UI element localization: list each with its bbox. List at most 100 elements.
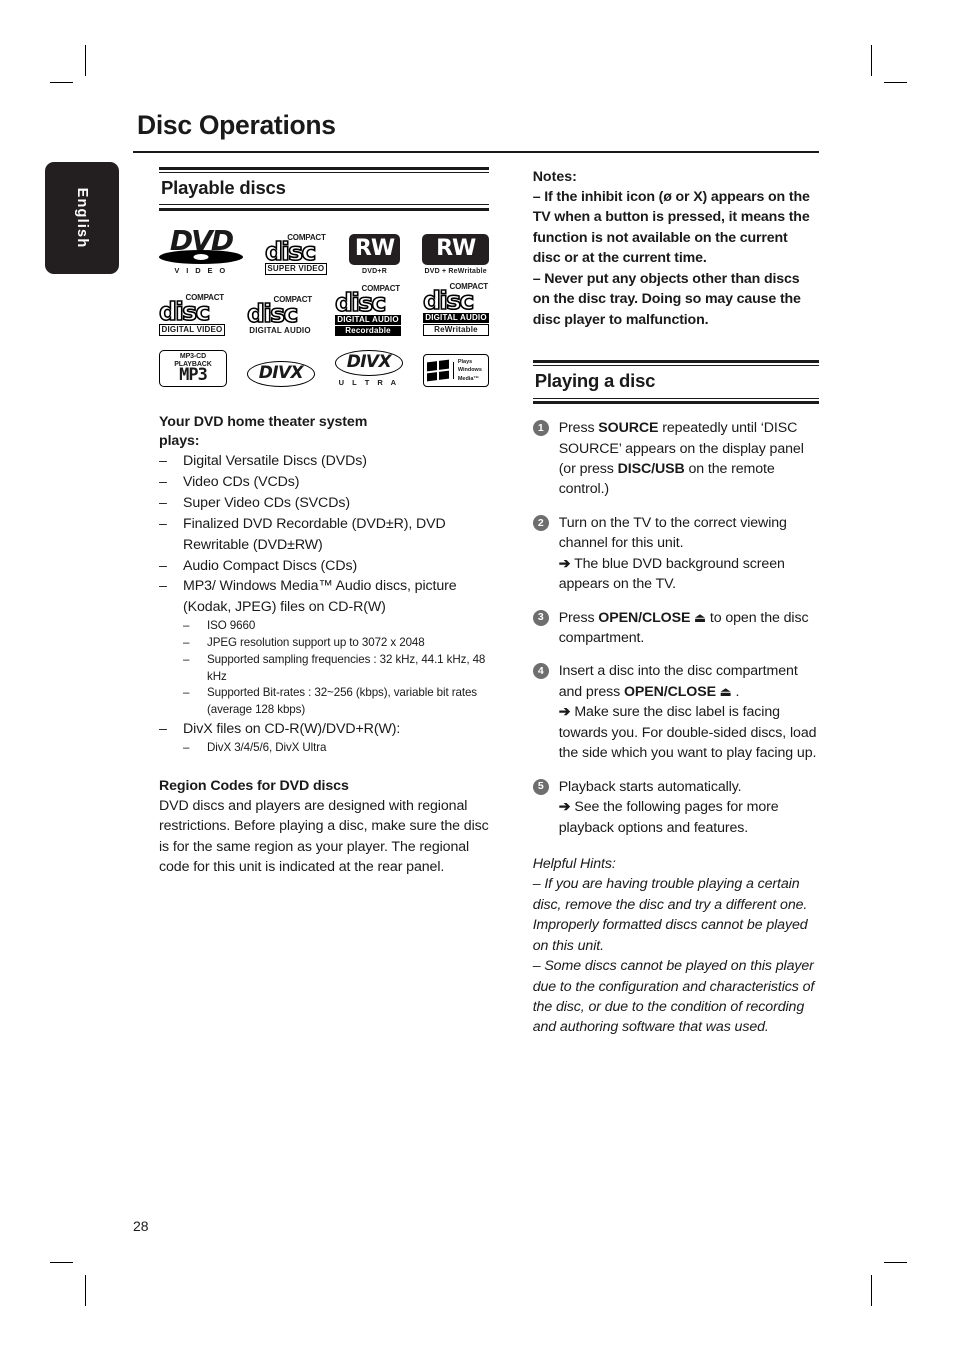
compact-disc-digital-video-logo: COMPACT disc DIGITAL VIDEO xyxy=(158,294,225,336)
divx-logo-word: DIVX xyxy=(258,362,304,383)
dvd-plus-r-logo-sub: DVD+R xyxy=(362,268,387,276)
crop-mark-top-right-horizontal xyxy=(884,82,907,83)
step-text-fragment: Playback starts automatically. xyxy=(558,778,742,795)
step-text-fragment: Press xyxy=(558,609,599,626)
section-rule-thick-top xyxy=(159,166,489,170)
step-item: 4 Insert a disc into the disc compartment… xyxy=(532,661,819,763)
crop-mark-top-left-horizontal xyxy=(50,82,73,83)
dvd-video-logo-mark: DVD xyxy=(169,223,234,257)
plays-list-item: – DivX files on CD-R(W)/DVD+R(W): – DivX 3/… xyxy=(159,719,489,757)
windows-media-logo-divider xyxy=(452,362,454,380)
section-title-playable-discs: Playable discs xyxy=(161,176,286,198)
compact-disc-recordable-logo-bar2: Recordable xyxy=(335,325,401,336)
dash-icon: – xyxy=(159,515,167,532)
crop-mark-top-left-vertical xyxy=(85,45,86,76)
compact-disc-digital-video-logo-bar: DIGITAL VIDEO xyxy=(159,323,225,336)
plays-list-item-label: Video CDs (VCDs) xyxy=(183,474,300,491)
dash-icon: – xyxy=(183,636,190,650)
plays-list-item-label: Super Video CDs (SVCDs) xyxy=(183,494,350,511)
notes-title: Notes: xyxy=(532,168,577,185)
crop-mark-bottom-right-horizontal xyxy=(884,1262,907,1263)
arrow-icon: ➔ xyxy=(558,704,571,721)
divx-ultra-logo-word: DIVX xyxy=(346,351,392,372)
dash-icon: – xyxy=(183,686,190,700)
divx-ultra-logo-oval: DIVX xyxy=(334,349,403,376)
disc-logo-row-3: MP3-CD PLAYBACK MP3 DIVX DIVX U L T R A … xyxy=(159,349,489,387)
mp3-cd-playback-logo-box: MP3-CD PLAYBACK MP3 xyxy=(159,349,227,387)
dvd-plus-rewritable-logo-sub: DVD + ReWritable xyxy=(424,268,487,276)
compact-disc-rewritable-logo-bar2: ReWritable xyxy=(423,323,489,336)
page-content: Disc Operations Playable discs DVD V I D… xyxy=(133,112,819,1252)
notes-block: Notes: – If the inhibit icon (ø or X) ap… xyxy=(533,167,819,331)
compact-disc-digital-audio-logo-bar: DIGITAL AUDIO xyxy=(249,325,311,335)
dash-icon: – xyxy=(183,619,190,633)
section-header-playable-discs: Playable discs xyxy=(159,166,489,211)
divx-ultra-logo: DIVX U L T R A xyxy=(334,349,403,387)
plays-list-item: – Finalized DVD Recordable (DVD±R), DVD R… xyxy=(159,514,489,556)
two-column-layout: Playable discs DVD V I D E O COMPACT dis… xyxy=(133,166,819,1038)
divx-ultra-logo-sub: U L T R A xyxy=(338,377,400,387)
compact-disc-recordable-logo: COMPACT disc DIGITAL AUDIO Recordable xyxy=(334,285,401,336)
plays-sub-list: – ISO 9660 – JPEG resolution support up to … xyxy=(183,618,489,719)
plays-sub-list-item: – DivX 3/4/5/6, DivX Ultra xyxy=(183,740,489,757)
dash-icon: – xyxy=(159,557,167,574)
steps-list: 1 Press SOURCE repeatedly until ‘DISC SOU… xyxy=(532,418,819,838)
crop-mark-bottom-left-horizontal xyxy=(50,1262,73,1263)
plays-list-item: – MP3/ Windows Media™ Audio discs, pictur… xyxy=(159,576,489,719)
step-keyword: OPEN/CLOSE xyxy=(623,683,716,700)
plays-list-item: – Digital Versatile Discs (DVDs) xyxy=(159,451,489,472)
plays-list: – Digital Versatile Discs (DVDs) – Video CD… xyxy=(159,451,489,756)
section-rule-thin-bottom xyxy=(159,204,489,206)
crop-mark-bottom-left-vertical xyxy=(85,1275,86,1306)
step-item: 2 Turn on the TV to the correct viewing c… xyxy=(532,513,819,595)
language-tab-label: English xyxy=(74,187,90,249)
section-header-playing-a-disc: Playing a disc xyxy=(532,360,819,405)
compact-disc-digital-audio-logo: COMPACT disc DIGITAL AUDIO xyxy=(246,296,313,336)
step-text-fragment: Turn on the TV to the correct viewing ch… xyxy=(558,514,787,552)
compact-disc-rewritable-logo-bar: DIGITAL AUDIO xyxy=(423,312,489,323)
step-text: Press SOURCE repeatedly until ‘DISC SOUR… xyxy=(559,420,804,497)
plays-sub-list-item-label: Supported Bit-rates : 32~256 (kbps), var… xyxy=(207,686,477,717)
notes-item: – Never put any objects other than discs… xyxy=(532,270,801,328)
dash-icon: – xyxy=(183,652,190,666)
step-text: Turn on the TV to the correct viewing ch… xyxy=(559,515,787,592)
dvd-plus-rewritable-logo-word: RW xyxy=(422,234,490,266)
region-codes-text: DVD discs and players are designed with … xyxy=(159,797,489,876)
plays-list-item: – Super Video CDs (SVCDs) xyxy=(159,493,489,514)
windows-media-logo: Plays Windows Media™ xyxy=(422,354,489,387)
plays-sub-list-item: – Supported sampling frequencies : 32 kHz… xyxy=(183,652,489,686)
compact-disc-recordable-logo-bar: DIGITAL AUDIO xyxy=(335,314,401,325)
page-title-rule xyxy=(133,150,819,153)
helpful-hint-item: – If you are having trouble playing a ce… xyxy=(532,876,808,954)
step-number-badge: 3 xyxy=(532,609,549,626)
compact-disc-rewritable-logo: COMPACT disc DIGITAL AUDIO ReWritable xyxy=(422,283,489,336)
disc-logo-row-2: COMPACT disc DIGITAL VIDEO COMPACT disc … xyxy=(158,283,489,336)
section-rule-thick-bottom xyxy=(159,207,489,211)
step-keyword: SOURCE xyxy=(598,420,659,437)
windows-media-logo-line1: Plays xyxy=(457,359,473,366)
dvd-video-logo: DVD V I D E O xyxy=(159,223,243,275)
section-rule-thick-bottom xyxy=(532,401,819,405)
step-text-fragment: . xyxy=(731,683,740,700)
plays-list-item-label: MP3/ Windows Media™ Audio discs, picture… xyxy=(183,578,457,616)
step-keyword: DISC/USB xyxy=(617,460,685,477)
region-codes-heading: Region Codes for DVD discs xyxy=(159,777,349,794)
left-column: Playable discs DVD V I D E O COMPACT dis… xyxy=(158,166,490,1038)
plays-list-item-label: DivX files on CD-R(W)/DVD+R(W): xyxy=(183,721,401,738)
plays-sub-list: – DivX 3/4/5/6, DivX Ultra xyxy=(183,740,489,757)
super-video-cd-logo: COMPACT disc SUPER VIDEO xyxy=(264,233,327,276)
compact-disc-digital-audio-logo-word: disc xyxy=(246,299,299,329)
divx-logo: DIVX xyxy=(246,360,315,387)
step-number-badge: 4 xyxy=(532,663,549,680)
compact-disc-recordable-logo-word: disc xyxy=(334,288,387,318)
helpful-hints-block: Helpful Hints: – If you are having troub… xyxy=(533,854,819,1038)
dash-icon: – xyxy=(183,740,190,754)
step-number-badge: 5 xyxy=(532,778,549,795)
plays-heading-line1: Your DVD home theater system xyxy=(159,413,368,430)
plays-sub-list-item: – JPEG resolution support up to 3072 x 20… xyxy=(183,635,489,652)
dvd-video-logo-ellipse xyxy=(159,250,243,265)
step-text-fragment: Make sure the disc label is facing towar… xyxy=(558,704,817,762)
windows-media-logo-line2: Windows xyxy=(457,367,482,374)
disc-logo-row-1: DVD V I D E O COMPACT disc SUPER VIDEO R… xyxy=(159,223,490,276)
plays-sub-list-item-label: Supported sampling frequencies : 32 kHz,… xyxy=(207,652,486,683)
